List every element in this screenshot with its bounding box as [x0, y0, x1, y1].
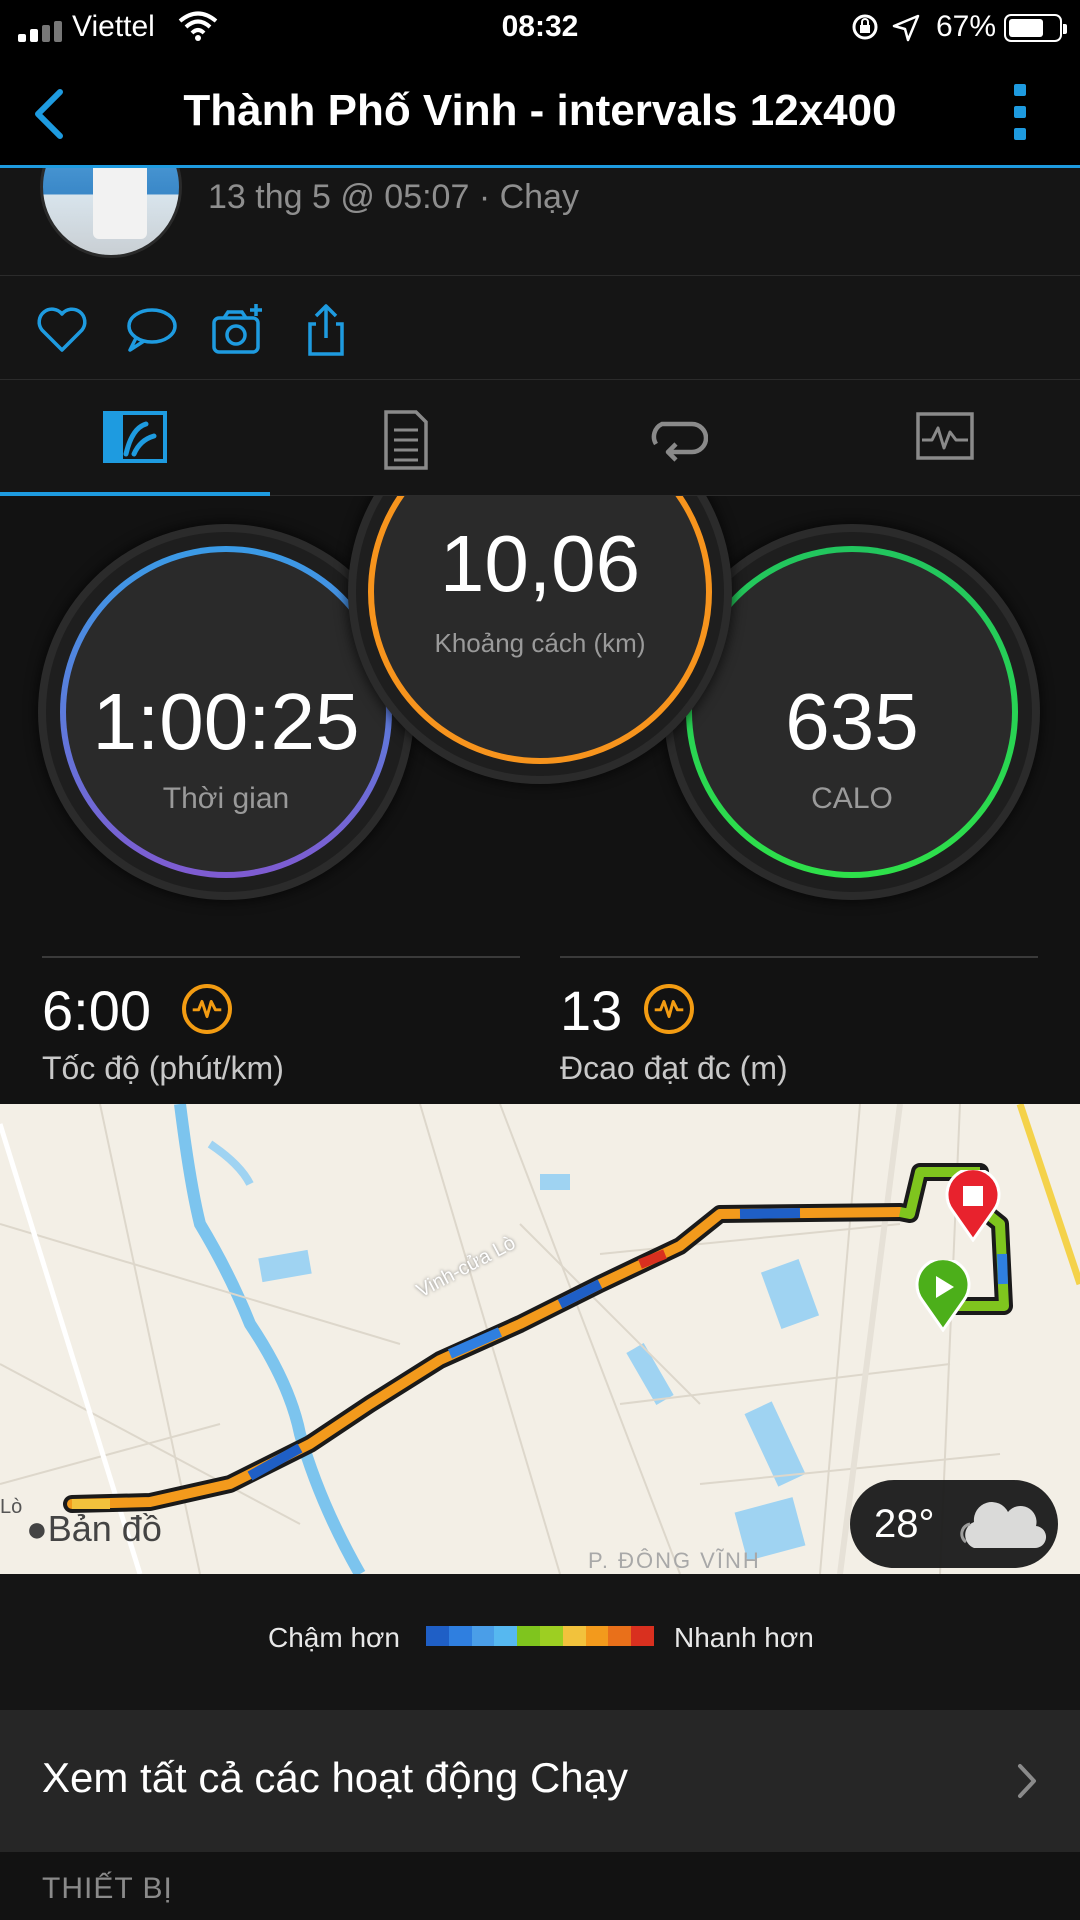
cloud-icon [960, 1502, 1047, 1549]
time-value: 1:00:25 [92, 677, 360, 766]
tab-overview[interactable] [0, 380, 270, 497]
route-map[interactable]: Vinh-cửa Lò P. ĐÔNG VĨNH Lò ●Bản đồ 28° [0, 1104, 1080, 1574]
activity-owner: 13 thg 5 @ 05:07 · Chạy [0, 168, 1080, 276]
time-ring: 1:00:25 Thời gian [46, 532, 406, 892]
pace-metric: 6:00 Tốc độ (phút/km) [42, 956, 520, 1096]
chevron-right-icon [1018, 1764, 1036, 1798]
tab-laps[interactable] [540, 380, 810, 496]
status-bar: Viettel 08:32 67% [0, 0, 1080, 54]
distance-ring: 10,06 Khoảng cách (km) [356, 496, 724, 776]
orientation-lock-icon [852, 14, 878, 40]
elevation-metric: 13 Đcao đạt đc (m) [560, 956, 1038, 1096]
weather-badge: 28° [850, 1480, 1058, 1568]
comment-icon[interactable] [122, 302, 178, 358]
section-label: THIẾT BỊ [42, 1872, 173, 1905]
legend-swatch [608, 1626, 632, 1646]
stats-panel: 1:00:25 Thời gian 635 CALO 10,06 Khoảng … [0, 496, 1080, 1104]
overview-icon [103, 411, 167, 463]
start-marker-icon [915, 1260, 971, 1332]
document-icon [384, 410, 428, 470]
weather-temp: 28° [874, 1502, 935, 1546]
legend-swatch [517, 1626, 541, 1646]
device-section-header: THIẾT BỊ [0, 1852, 1080, 1920]
nav-header: Thành Phố Vinh - intervals 12x400 [0, 54, 1080, 168]
pace-color-scale [426, 1626, 655, 1646]
battery-icon [1004, 14, 1067, 42]
calories-value: 635 [785, 677, 919, 766]
legend-swatch [448, 1626, 473, 1646]
legend-fast-label: Nhanh hơn [674, 1622, 814, 1653]
legend-swatch [585, 1626, 609, 1646]
chart-icon [916, 412, 974, 460]
action-bar [0, 276, 1080, 380]
time-label: Thời gian [162, 782, 290, 815]
legend-swatch [426, 1626, 450, 1646]
elevation-chart-icon[interactable] [644, 984, 694, 1034]
page-title: Thành Phố Vinh - intervals 12x400 [183, 86, 897, 135]
legend-slow-label: Chậm hơn [268, 1622, 400, 1653]
pace-value: 6:00 [42, 979, 151, 1042]
elevation-value: 13 [560, 979, 623, 1042]
distance-label: Khoảng cách (km) [434, 628, 646, 658]
laps-icon [651, 421, 708, 462]
map-edge-label: Lò [0, 1496, 23, 1518]
share-icon[interactable] [298, 302, 354, 358]
legend-swatch [494, 1626, 518, 1646]
pace-label: Tốc độ (phút/km) [42, 1050, 284, 1086]
finish-marker-icon [945, 1170, 1001, 1242]
activity-tabs [0, 380, 1080, 497]
legend-swatch [631, 1626, 655, 1646]
location-arrow-icon [892, 14, 920, 42]
tab-charts[interactable] [810, 380, 1080, 496]
battery-percent: 67% [935, 10, 996, 43]
calories-label: CALO [811, 782, 893, 815]
pace-legend: Chậm hơn Nhanh hơn [0, 1574, 1080, 1710]
activity-date-type: 13 thg 5 @ 05:07 · Chạy [208, 178, 579, 216]
view-all-label: Xem tất cả các hoạt động Chạy [42, 1754, 629, 1801]
apple-logo-icon: ● [26, 1508, 48, 1549]
legend-swatch [471, 1626, 495, 1646]
calories-ring: 635 CALO [672, 532, 1032, 892]
map-attribution: ●Bản đồ [26, 1508, 162, 1549]
legend-swatch [562, 1626, 587, 1646]
add-photo-icon[interactable] [210, 302, 266, 358]
legend-swatch [540, 1626, 564, 1646]
view-all-activities-row[interactable]: Xem tất cả các hoạt động Chạy [0, 1710, 1080, 1852]
pace-chart-icon[interactable] [182, 984, 232, 1034]
like-heart-icon[interactable] [34, 302, 90, 358]
tab-details[interactable] [270, 380, 540, 496]
more-options-icon[interactable] [1014, 84, 1028, 140]
avatar[interactable] [40, 168, 182, 258]
place-label: P. ĐÔNG VĨNH [588, 1548, 761, 1573]
elevation-label: Đcao đạt đc (m) [560, 1050, 788, 1086]
distance-value: 10,06 [439, 519, 641, 608]
